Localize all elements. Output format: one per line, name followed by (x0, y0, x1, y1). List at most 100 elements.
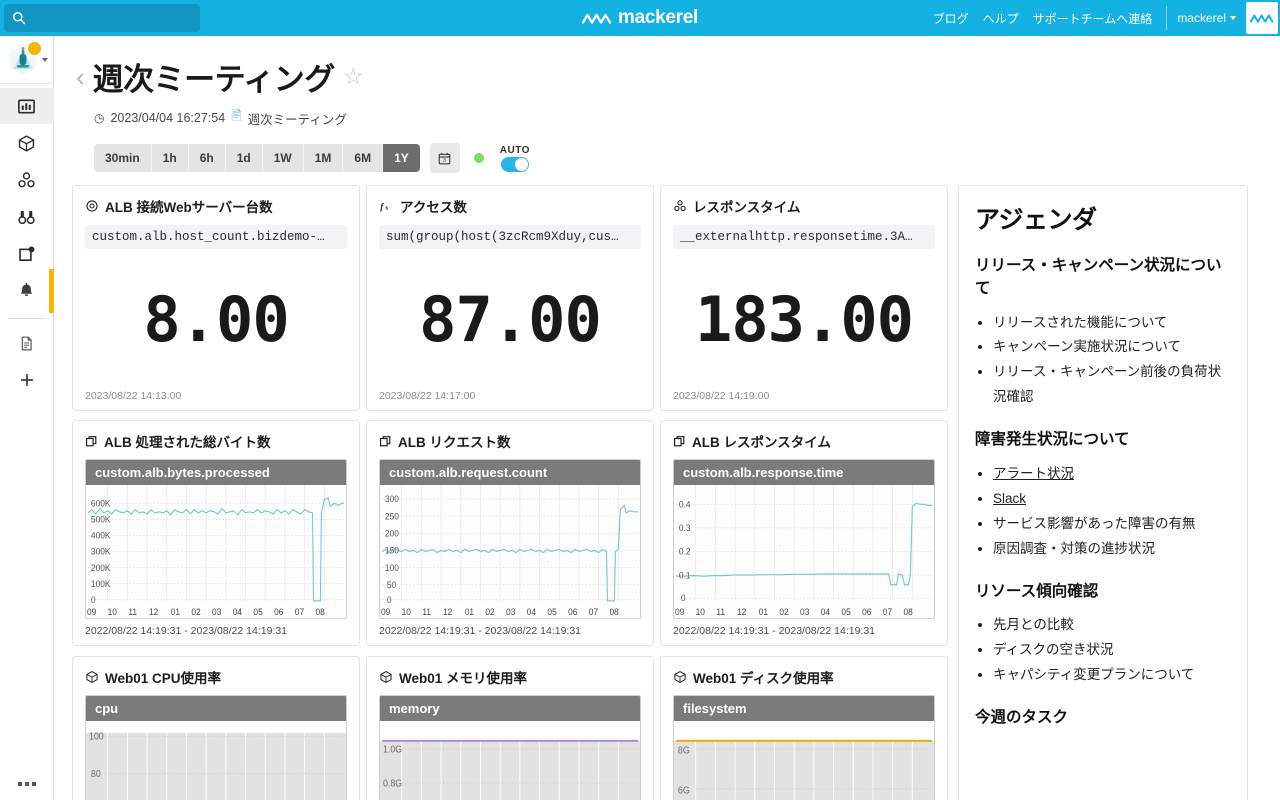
sidebar-item-notifications[interactable] (0, 236, 54, 272)
plus-icon (20, 374, 33, 386)
plot-area[interactable]: 300 250 200 150 100 50 0 09 10 11 12 01 02 03 04 0… (380, 485, 640, 619)
plot-area[interactable]: 0.4 0.3 0.2 0.1 0 09 10 11 12 01 02 03 04 05 06 07… (674, 485, 934, 619)
range-30min[interactable]: 30min (94, 144, 152, 172)
chevron-down-icon (1230, 16, 1236, 20)
copy-icon (379, 435, 391, 447)
svg-text:8G: 8G (678, 745, 690, 757)
cube-icon (18, 134, 35, 152)
widget-metric-alb-host-count[interactable]: ALB 接続Webサーバー台数 custom.alb.host_count.bi… (72, 185, 360, 411)
svg-text:06: 06 (568, 607, 577, 617)
plot-area[interactable]: 600K 500K 400K 300K 200K 100K 0 09 10 11 12 01 0… (86, 485, 346, 619)
top-nav-links: ブログ ヘルプ サポートチームへ連絡 (933, 10, 1167, 27)
sidebar-item-alerts[interactable] (0, 269, 54, 313)
plot-area[interactable]: 1.0G0.8G0.6G (380, 720, 640, 800)
range-1w[interactable]: 1W (262, 144, 304, 172)
widget-graph-alb-response-time[interactable]: ALB レスポンスタイム custom.alb.response.time 0.… (660, 420, 948, 647)
brand-logo[interactable]: mackerel (581, 7, 698, 29)
metric-expression: __externalhttp.responsetime.3A… (673, 225, 935, 249)
svg-text:04: 04 (233, 607, 242, 617)
sidebar-item-create[interactable] (0, 362, 54, 398)
widget-title: ALB リクエスト数 (379, 431, 641, 451)
widget-title: Web01 CPU使用率 (85, 667, 347, 687)
list-item: リリースされた機能について (993, 311, 1231, 336)
nav-link-help[interactable]: ヘルプ (983, 10, 1019, 27)
global-search[interactable] (4, 4, 200, 32)
org-switcher[interactable]: mackerel (1167, 11, 1246, 25)
svg-text:f: f (380, 202, 384, 212)
svg-text:300K: 300K (91, 547, 111, 557)
memo-label[interactable]: 週次ミーティング (248, 109, 347, 128)
widget-graph-alb-bytes[interactable]: ALB 処理された総バイト数 custom.alb.bytes.processe… (72, 420, 360, 647)
agenda-link-slack[interactable]: Slack (993, 491, 1026, 506)
list-item: キャンペーン実施状況について (993, 335, 1231, 360)
widget-title: ALB 接続Webサーバー台数 (85, 196, 347, 216)
sidebar-more-button[interactable] (17, 782, 36, 800)
agenda-list: 先月との比較 ディスクの空き状況 キャパシティ変更プランについて (993, 613, 1231, 688)
sidebar-item-docs[interactable] (0, 325, 54, 361)
metric-value: 8.00 (143, 283, 289, 356)
svg-text:05: 05 (841, 607, 850, 617)
metric-timestamp: 2023/08/22 14:19:00 (673, 390, 770, 402)
svg-text:6G: 6G (678, 785, 690, 797)
svg-text:09: 09 (87, 607, 96, 617)
svg-text:09: 09 (675, 607, 684, 617)
auto-switch[interactable] (500, 156, 529, 172)
avatar-menu[interactable] (0, 36, 54, 84)
nav-link-contact-support[interactable]: サポートチームへ連絡 (1033, 10, 1153, 27)
widget-metric-access-count[interactable]: f x アクセス数 sum(group(host(3zcRcm9Xduy,cus… (366, 185, 654, 411)
nav-link-blog[interactable]: ブログ (933, 10, 969, 27)
widget-grid: ALB 接続Webサーバー台数 custom.alb.host_count.bi… (72, 185, 948, 800)
range-6h[interactable]: 6h (188, 144, 226, 172)
metric-expression: sum(group(host(3zcRcm9Xduy,cus… (379, 225, 641, 249)
range-6m[interactable]: 6M (343, 144, 384, 172)
sidebar-item-monitors[interactable] (0, 199, 54, 235)
widget-metric-response-time[interactable]: レスポンスタイム __externalhttp.responsetime.3A…… (660, 185, 948, 411)
range-1y[interactable]: 1Y (383, 144, 420, 172)
graph-container: custom.alb.request.count 300 250 200 150… (379, 459, 641, 620)
widget-graph-web01-cpu[interactable]: Web01 CPU使用率 cpu 100 80 (72, 655, 360, 800)
widget-title-text: レスポンスタイム (693, 200, 801, 215)
chevron-left-icon[interactable]: ‹ (76, 64, 85, 90)
search-input[interactable] (32, 11, 192, 25)
page-timestamp: 2023/04/04 16:27:54 (110, 111, 226, 125)
metric-value: 87.00 (419, 283, 602, 356)
svg-text:02: 02 (485, 607, 494, 617)
range-1d[interactable]: 1d (225, 144, 263, 172)
cube-icon (674, 670, 686, 683)
calendar-button[interactable]: 3 (429, 143, 460, 173)
graph-label: custom.alb.bytes.processed (86, 460, 346, 486)
plot-area[interactable]: 8G 6G (674, 720, 934, 800)
clock-icon: ◷ (94, 111, 105, 125)
top-navigation-bar: mackerel ブログ ヘルプ サポートチームへ連絡 mackerel (0, 0, 1280, 36)
svg-text:0: 0 (681, 593, 686, 603)
svg-text:10: 10 (402, 607, 411, 617)
list-item: アラート状況 (993, 462, 1231, 487)
sidebar-item-hosts[interactable] (0, 125, 54, 161)
chart-svg: 0.4 0.3 0.2 0.1 0 09 10 11 12 01 02 03 04 05 06 07… (675, 485, 933, 617)
svg-text:12: 12 (149, 607, 158, 617)
range-1m[interactable]: 1M (303, 144, 344, 172)
widget-graph-alb-requests[interactable]: ALB リクエスト数 custom.alb.request.count 300 … (366, 420, 654, 647)
metric-value: 183.00 (695, 283, 914, 356)
sidebar-item-services[interactable] (0, 162, 54, 198)
graph-range: 2022/08/22 14:19:31 - 2023/08/22 14:19:3… (673, 625, 876, 638)
range-1h[interactable]: 1h (151, 144, 189, 172)
app-root: mackerel ブログ ヘルプ サポートチームへ連絡 mackerel ‹ 週… (0, 0, 1280, 800)
sidebar-item-dashboards[interactable] (0, 88, 54, 124)
org-logo[interactable] (1246, 2, 1278, 34)
auto-refresh-toggle[interactable]: AUTO (500, 145, 530, 172)
widget-title-text: ALB リクエスト数 (398, 435, 511, 451)
widget-title-text: ALB 処理された総バイト数 (104, 435, 271, 451)
widget-title: ALB 処理された総バイト数 (85, 431, 347, 451)
agenda-link-alerts[interactable]: アラート状況 (993, 466, 1074, 481)
page-header: ‹ 週次ミーティング ☆ ◷ 2023/04/04 16:27:54 🖹 週次ミ… (54, 36, 1280, 173)
svg-text:09: 09 (381, 607, 390, 617)
notification-badge (27, 41, 41, 55)
widget-graph-web01-memory[interactable]: Web01 メモリ使用率 memory 1.0G 0.8G (366, 655, 654, 800)
plot-area[interactable]: 1008060 (86, 720, 346, 800)
widget-graph-web01-disk[interactable]: Web01 ディスク使用率 filesystem 8G 6G (660, 655, 948, 800)
chevron-down-icon (41, 57, 48, 62)
svg-text:08: 08 (903, 607, 912, 617)
star-icon[interactable]: ☆ (343, 65, 364, 88)
list-item: 先月との比較 (993, 613, 1231, 638)
